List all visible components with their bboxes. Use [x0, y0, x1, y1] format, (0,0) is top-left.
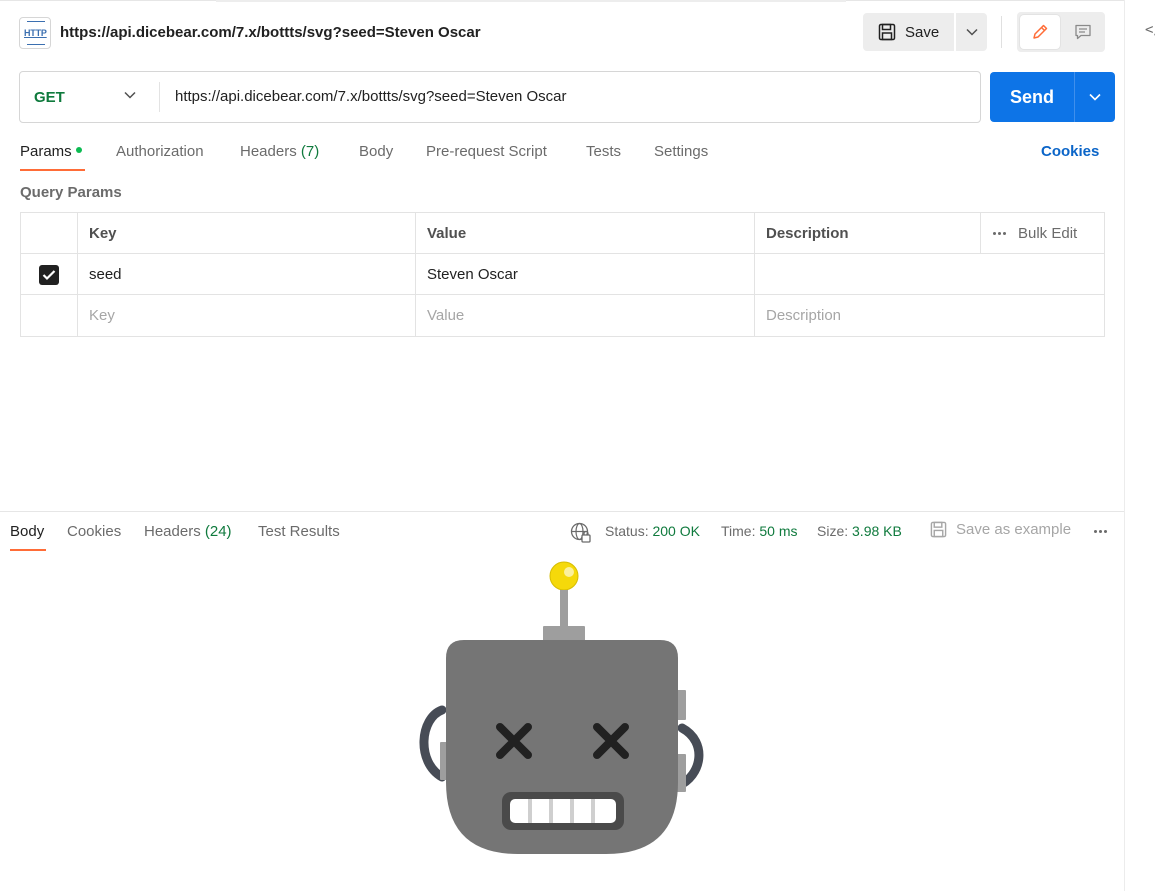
tab-headers[interactable]: Headers (7) — [240, 143, 319, 160]
send-options-button[interactable] — [1075, 72, 1115, 122]
comment-mode-button[interactable] — [1065, 15, 1101, 49]
view-mode-toggle — [1017, 12, 1105, 52]
response-active-tab-underline — [10, 549, 46, 551]
send-group: Send — [990, 72, 1115, 122]
active-tab-underline — [20, 169, 85, 171]
save-as-example-button[interactable]: Save as example — [930, 521, 1071, 538]
new-key-input[interactable]: Key — [78, 295, 416, 336]
request-tabs: Params Authorization Headers (7) Body Pr… — [0, 140, 1124, 174]
checkmark-icon — [42, 269, 56, 280]
url-bar: GET https://api.dicebear.com/7.x/bottts/… — [19, 71, 981, 123]
active-tab-indicator — [216, 0, 846, 2]
save-label: Save — [905, 23, 940, 41]
table-row: seed Steven Oscar — [21, 254, 1104, 295]
response-size[interactable]: Size: 3.98 KB — [817, 523, 902, 539]
response-time[interactable]: Time: 50 ms — [721, 523, 798, 539]
cookies-link[interactable]: Cookies — [1041, 143, 1099, 160]
response-divider[interactable] — [0, 511, 1124, 512]
save-group: Save — [863, 13, 987, 51]
code-icon[interactable]: </ — [1145, 22, 1155, 38]
tab-params[interactable]: Params — [20, 143, 82, 160]
tab-headers-label: Headers — [240, 143, 297, 160]
query-params-table: Key Value Description Bulk Edit seed Ste… — [20, 212, 1105, 337]
method-label: GET — [34, 88, 65, 106]
tab-params-label: Params — [20, 143, 72, 160]
postman-request-view: </ HTTP https://api.dicebear.com/7.x/bot… — [0, 0, 1155, 891]
request-title[interactable]: https://api.dicebear.com/7.x/bottts/svg?… — [60, 24, 481, 41]
param-value[interactable]: Steven Oscar — [416, 254, 755, 295]
tab-settings[interactable]: Settings — [654, 143, 708, 160]
http-icon: HTTP — [19, 17, 51, 49]
tab-prerequest-script[interactable]: Pre-request Script — [426, 143, 547, 160]
response-tab-test-results[interactable]: Test Results — [258, 523, 340, 540]
status-label: Status: — [605, 523, 649, 539]
header-value: Value — [416, 213, 755, 254]
comment-icon — [1075, 24, 1091, 40]
robot-avatar-image — [419, 561, 704, 854]
time-value: 50 ms — [759, 523, 798, 539]
response-tab-headers[interactable]: Headers (24) — [144, 523, 232, 540]
header-key: Key — [78, 213, 416, 254]
new-value-input[interactable]: Value — [416, 295, 755, 336]
http-icon-label: HTTP — [24, 28, 47, 38]
save-options-button[interactable] — [956, 13, 987, 51]
params-active-dot — [75, 147, 82, 153]
param-description[interactable] — [755, 254, 1105, 295]
url-input[interactable]: https://api.dicebear.com/7.x/bottts/svg?… — [175, 88, 566, 105]
tab-tests[interactable]: Tests — [586, 143, 621, 160]
param-checkbox[interactable] — [39, 264, 59, 285]
arrow-right-icon — [27, 21, 45, 25]
floppy-disk-icon — [878, 23, 896, 41]
more-horizontal-icon[interactable] — [993, 232, 1006, 235]
more-horizontal-icon[interactable] — [1094, 530, 1107, 533]
floppy-disk-icon — [930, 521, 947, 538]
chevron-down-icon — [1089, 93, 1101, 101]
empty-checkbox-cell — [21, 295, 78, 336]
pencil-icon — [1033, 24, 1048, 39]
right-sidebar: </ — [1124, 0, 1155, 891]
method-select[interactable]: GET — [20, 72, 159, 122]
globe-lock-icon[interactable] — [570, 522, 592, 544]
response-status[interactable]: Status: 200 OK — [605, 523, 700, 539]
request-header: HTTP https://api.dicebear.com/7.x/bottts… — [0, 10, 1124, 56]
header-description: Description — [755, 213, 981, 254]
response-tab-headers-label: Headers — [144, 523, 201, 540]
tab-authorization[interactable]: Authorization — [116, 143, 204, 160]
send-button[interactable]: Send — [990, 72, 1074, 122]
table-header-row: Key Value Description Bulk Edit — [21, 213, 1104, 254]
toolbar-divider — [1001, 16, 1002, 48]
response-tab-body[interactable]: Body — [10, 523, 44, 540]
size-label: Size: — [817, 523, 849, 539]
new-description-input[interactable]: Description — [755, 295, 1105, 336]
chevron-down-icon — [965, 28, 978, 36]
row-checkbox-cell — [21, 254, 78, 295]
bulk-edit-button[interactable]: Bulk Edit — [1018, 225, 1077, 242]
chevron-down-icon — [124, 91, 136, 99]
param-key[interactable]: seed — [78, 254, 416, 295]
tab-strip — [0, 0, 1124, 3]
bulk-edit-cell: Bulk Edit — [981, 213, 1105, 254]
edit-mode-button[interactable] — [1020, 15, 1060, 49]
arrow-left-icon — [27, 41, 45, 45]
query-params-heading: Query Params — [20, 184, 122, 201]
size-value: 3.98 KB — [852, 523, 902, 539]
response-tabs: Body Cookies Headers (24) Test Results S… — [0, 521, 1124, 553]
tab-headers-count: (7) — [300, 143, 320, 160]
response-tab-cookies[interactable]: Cookies — [67, 523, 121, 540]
status-value: 200 OK — [652, 523, 700, 539]
save-button[interactable]: Save — [863, 13, 954, 51]
url-divider — [159, 82, 160, 112]
save-as-example-label: Save as example — [956, 521, 1072, 538]
table-row-empty: Key Value Description — [21, 295, 1104, 336]
time-label: Time: — [721, 523, 756, 539]
response-tab-headers-count: (24) — [204, 523, 232, 540]
tab-body[interactable]: Body — [359, 143, 393, 160]
header-checkbox-cell — [21, 213, 78, 254]
